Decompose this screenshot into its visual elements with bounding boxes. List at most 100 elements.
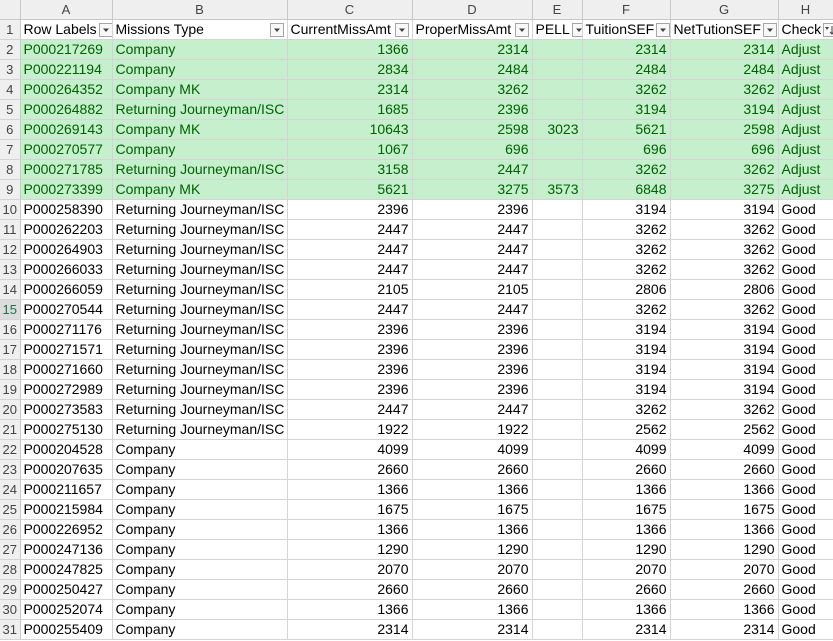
table-cell[interactable]: 3262 [582, 259, 671, 280]
table-cell[interactable]: P000252074 [20, 599, 113, 620]
table-cell[interactable]: 2660 [670, 579, 779, 600]
filter-dropdown-icon[interactable] [394, 22, 409, 37]
table-cell[interactable]: 1366 [412, 519, 533, 540]
table-cell[interactable]: Company [112, 539, 288, 560]
table-cell[interactable]: 2105 [287, 279, 413, 300]
table-cell[interactable]: Returning Journeyman/ISC [112, 319, 288, 340]
table-cell[interactable] [532, 419, 583, 440]
table-cell[interactable]: 3262 [670, 259, 779, 280]
table-cell[interactable]: 2396 [287, 379, 413, 400]
table-cell[interactable]: 2598 [670, 119, 779, 140]
table-cell[interactable]: 2447 [412, 239, 533, 260]
table-cell[interactable]: P000255409 [20, 619, 113, 640]
row-number[interactable]: 18 [0, 359, 21, 380]
table-cell[interactable]: Adjust [778, 179, 833, 200]
table-cell[interactable]: Good [778, 439, 833, 460]
table-cell[interactable]: Company [112, 559, 288, 580]
column-letter-c[interactable]: C [287, 0, 413, 20]
table-cell[interactable]: Company [112, 599, 288, 620]
table-cell[interactable]: 696 [582, 139, 671, 160]
column-letter-a[interactable]: A [20, 0, 113, 20]
table-cell[interactable]: 1675 [287, 499, 413, 520]
table-cell[interactable]: 2396 [412, 319, 533, 340]
table-cell[interactable]: 2660 [582, 579, 671, 600]
filter-dropdown-icon[interactable] [98, 22, 111, 37]
table-cell[interactable]: 3262 [670, 299, 779, 320]
table-cell[interactable]: 2396 [287, 359, 413, 380]
table-cell[interactable]: 2396 [287, 199, 413, 220]
table-cell[interactable]: 2447 [412, 299, 533, 320]
table-cell[interactable]: P000271660 [20, 359, 113, 380]
table-cell[interactable]: Company [112, 479, 288, 500]
table-cell[interactable]: Good [778, 239, 833, 260]
table-cell[interactable]: 2314 [582, 619, 671, 640]
header-cell[interactable]: CurrentMissAmt [287, 19, 413, 40]
table-cell[interactable]: 2660 [582, 459, 671, 480]
table-cell[interactable]: 10643 [287, 119, 413, 140]
table-cell[interactable]: 3262 [582, 399, 671, 420]
table-cell[interactable]: 1366 [287, 39, 413, 60]
table-cell[interactable]: Company [112, 39, 288, 60]
table-cell[interactable]: P000272989 [20, 379, 113, 400]
table-cell[interactable]: 2660 [287, 579, 413, 600]
row-number[interactable]: 8 [0, 159, 21, 180]
table-cell[interactable]: 1366 [582, 479, 671, 500]
table-cell[interactable]: P000270544 [20, 299, 113, 320]
table-cell[interactable]: 1366 [670, 599, 779, 620]
table-cell[interactable]: 2660 [412, 579, 533, 600]
table-cell[interactable]: P000271785 [20, 159, 113, 180]
table-cell[interactable]: P000269143 [20, 119, 113, 140]
table-cell[interactable]: 2314 [412, 39, 533, 60]
table-cell[interactable]: 2070 [582, 559, 671, 580]
table-cell[interactable]: 3194 [582, 339, 671, 360]
table-cell[interactable]: Good [778, 539, 833, 560]
table-cell[interactable]: Adjust [778, 99, 833, 120]
filter-dropdown-icon[interactable] [514, 22, 529, 37]
table-cell[interactable]: 4099 [670, 439, 779, 460]
table-cell[interactable]: 2396 [287, 319, 413, 340]
table-cell[interactable]: 3194 [582, 359, 671, 380]
table-cell[interactable]: P000247136 [20, 539, 113, 560]
table-cell[interactable] [532, 79, 583, 100]
table-cell[interactable]: 5621 [287, 179, 413, 200]
table-cell[interactable] [532, 139, 583, 160]
table-cell[interactable]: 2447 [412, 259, 533, 280]
table-cell[interactable]: Good [778, 619, 833, 640]
table-cell[interactable]: Company [112, 499, 288, 520]
table-cell[interactable] [532, 399, 583, 420]
table-cell[interactable]: 3275 [412, 179, 533, 200]
table-cell[interactable]: 2396 [287, 339, 413, 360]
table-cell[interactable]: 2447 [287, 219, 413, 240]
table-cell[interactable]: 3262 [412, 79, 533, 100]
table-cell[interactable]: Returning Journeyman/ISC [112, 239, 288, 260]
table-cell[interactable] [532, 379, 583, 400]
table-cell[interactable]: 2660 [670, 459, 779, 480]
table-cell[interactable]: P000250427 [20, 579, 113, 600]
table-cell[interactable] [532, 279, 583, 300]
table-cell[interactable]: 1685 [287, 99, 413, 120]
table-cell[interactable]: P000273583 [20, 399, 113, 420]
row-number[interactable]: 28 [0, 559, 21, 580]
table-cell[interactable]: P000270577 [20, 139, 113, 160]
table-cell[interactable]: Returning Journeyman/ISC [112, 199, 288, 220]
table-cell[interactable]: 2396 [412, 199, 533, 220]
table-cell[interactable]: 4099 [582, 439, 671, 460]
table-cell[interactable]: 2314 [670, 39, 779, 60]
table-cell[interactable]: 2484 [582, 59, 671, 80]
table-cell[interactable]: 2484 [412, 59, 533, 80]
table-cell[interactable]: Returning Journeyman/ISC [112, 299, 288, 320]
table-cell[interactable] [532, 219, 583, 240]
column-letter-b[interactable]: B [112, 0, 288, 20]
table-cell[interactable]: P000275130 [20, 419, 113, 440]
table-cell[interactable]: Good [778, 579, 833, 600]
table-cell[interactable]: 3194 [670, 319, 779, 340]
table-cell[interactable]: Returning Journeyman/ISC [112, 219, 288, 240]
table-cell[interactable]: 2447 [287, 299, 413, 320]
table-cell[interactable]: 2834 [287, 59, 413, 80]
table-cell[interactable]: 3262 [582, 239, 671, 260]
table-cell[interactable] [532, 39, 583, 60]
table-cell[interactable]: P000271176 [20, 319, 113, 340]
table-cell[interactable] [532, 519, 583, 540]
table-cell[interactable]: 2070 [287, 559, 413, 580]
table-cell[interactable]: 2806 [670, 279, 779, 300]
